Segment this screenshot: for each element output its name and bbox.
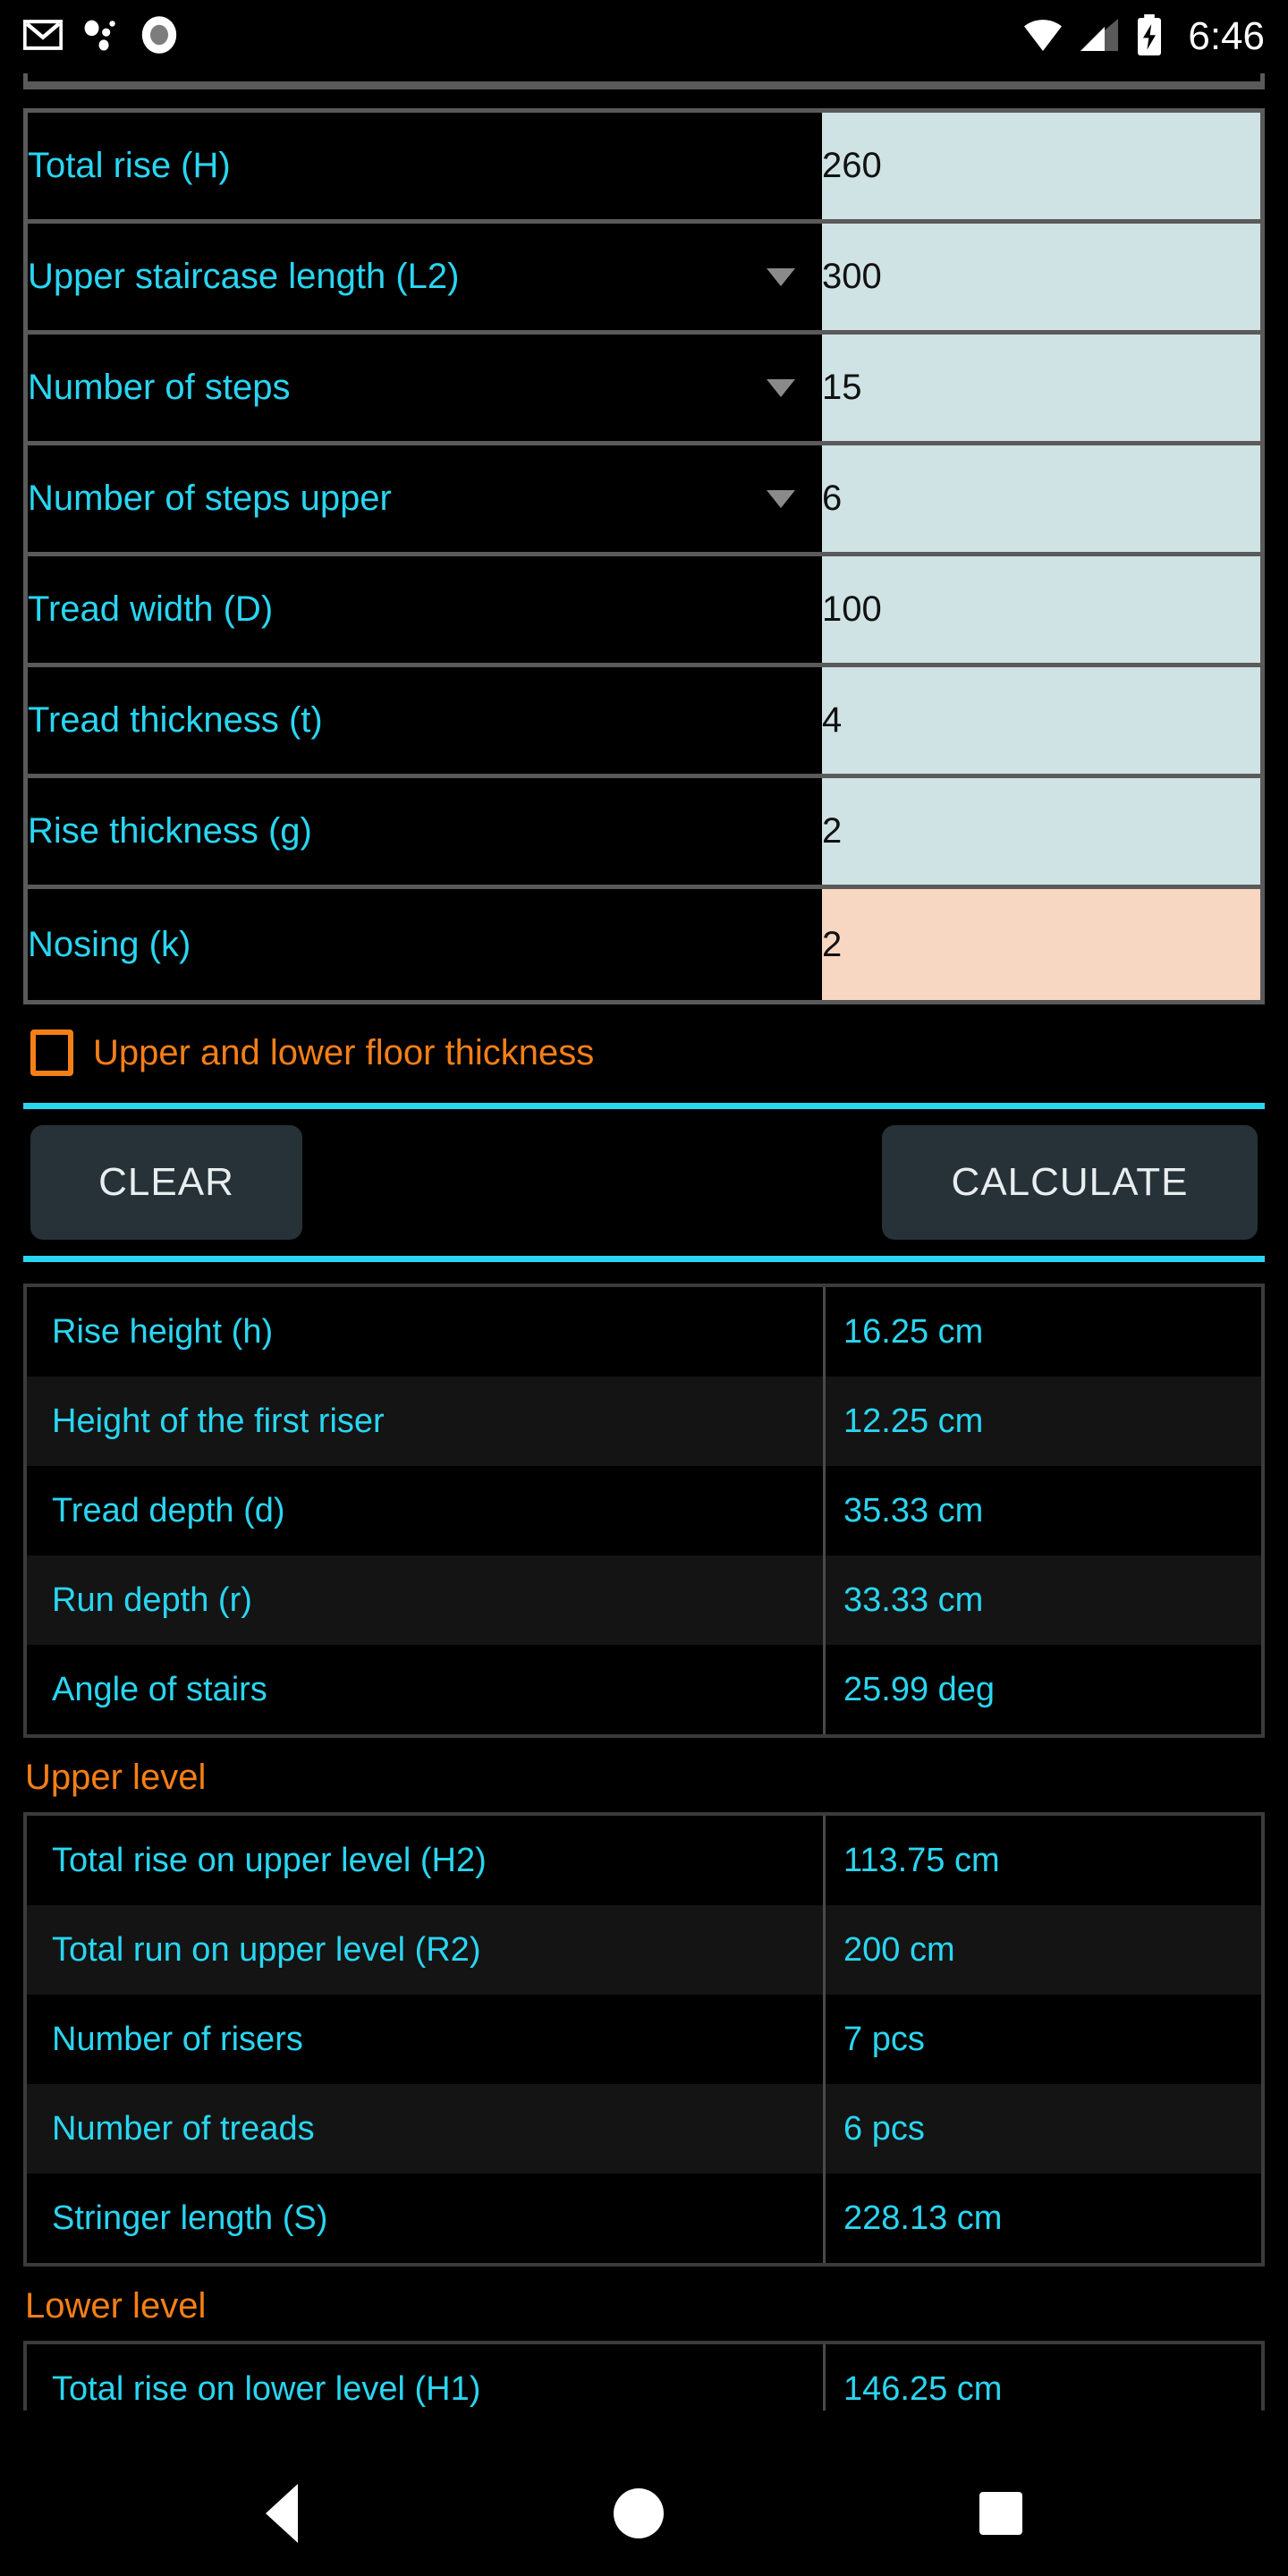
input-label: Number of steps [28,368,291,407]
input-label: Tread width (D) [28,589,274,629]
table-row: Tread depth (d) 35.33 cm [27,1466,1261,1555]
input-label-cell[interactable]: Number of steps upper [28,445,822,556]
input-value-field[interactable]: 2 [822,778,1260,889]
input-label: Rise thickness (g) [28,811,312,851]
input-label: Number of steps upper [28,479,392,518]
result-label: Rise height (h) [27,1287,823,1377]
input-label: Tread thickness (t) [28,700,323,740]
status-bar-notification-icons [22,15,179,59]
lower-level-results-clip: Total rise on lower level (H1) 146.25 cm [23,2341,1265,2411]
android-navigation-bar [0,2451,1288,2576]
chevron-down-icon[interactable] [767,489,795,508]
floor-thickness-checkbox-row[interactable]: Upper and lower floor thickness [23,1004,1265,1103]
battery-charging-icon [1134,13,1165,60]
result-value: 6 pcs [823,2084,1261,2174]
result-value: 146.25 cm [823,2344,1261,2411]
table-row: Total rise on lower level (H1) 146.25 cm [27,2344,1261,2411]
result-value: 7 pcs [823,1995,1261,2084]
result-label: Number of risers [27,1995,823,2084]
gmail-icon [22,19,64,55]
table-row: Number of treads 6 pcs [27,2084,1261,2174]
input-label-cell: Nosing (k) [28,889,822,1000]
result-value: 16.25 cm [823,1287,1261,1377]
input-row: Number of steps upper 6 [28,445,1260,556]
result-value: 33.33 cm [823,1555,1261,1645]
upper-level-results-table: Total rise on upper level (H2) 113.75 cm T… [23,1812,1265,2267]
result-value: 228.13 cm [823,2174,1261,2263]
action-button-bar: CLEAR CALCULATE [23,1103,1265,1262]
input-label-cell: Tread thickness (t) [28,667,822,778]
result-label: Total run on upper level (R2) [27,1905,823,1995]
lower-level-heading: Lower level [25,2286,207,2326]
back-icon[interactable] [265,2484,298,2543]
table-row: Angle of stairs 25.99 deg [27,1645,1261,1734]
table-row: Total rise on upper level (H2) 113.75 cm [27,1816,1261,1905]
lower-level-results-table: Total rise on lower level (H1) 146.25 cm [23,2341,1265,2411]
result-label: Height of the first riser [27,1377,823,1466]
scrollable-content[interactable]: Total rise (H) 260 Upper staircase length … [0,73,1288,2451]
table-row: Total run on upper level (R2) 200 cm [27,1905,1261,1995]
result-label: Angle of stairs [27,1645,823,1734]
result-label: Stringer length (S) [27,2174,823,2263]
input-label-cell: Rise thickness (g) [28,778,822,889]
table-row: Rise height (h) 16.25 cm [27,1287,1261,1377]
result-value: 35.33 cm [823,1466,1261,1555]
table-row: Run depth (r) 33.33 cm [27,1555,1261,1645]
input-label: Upper staircase length (L2) [28,257,460,296]
result-label: Number of treads [27,2084,823,2174]
partial-table-above [23,73,1265,89]
input-value-field[interactable]: 300 [822,224,1260,335]
input-label-cell[interactable]: Number of steps [28,335,822,445]
home-icon[interactable] [613,2488,664,2538]
result-value: 200 cm [823,1905,1261,1995]
calculate-button[interactable]: CALCULATE [882,1125,1258,1240]
input-value-field[interactable]: 6 [822,445,1260,556]
input-label: Nosing (k) [28,924,191,964]
input-row: Tread thickness (t) 4 [28,667,1260,778]
result-label: Run depth (r) [27,1555,823,1645]
input-row: Tread width (D) 100 [28,556,1260,667]
result-value: 25.99 deg [823,1645,1261,1734]
status-bar-clock: 6:46 [1188,14,1265,58]
main-results-table: Rise height (h) 16.25 cm Height of the fir… [23,1284,1265,1738]
result-label: Tread depth (d) [27,1466,823,1555]
input-label-cell[interactable]: Upper staircase length (L2) [28,224,822,335]
status-bar-system-icons: 6:46 [1021,13,1265,60]
wifi-icon [1021,17,1064,57]
table-row: Stringer length (S) 228.13 cm [27,2174,1261,2263]
cellular-signal-icon [1079,17,1120,57]
upper-level-heading: Upper level [25,1758,207,1797]
input-row: Rise thickness (g) 2 [28,778,1260,889]
google-assistant-icon [82,18,120,56]
table-row: Height of the first riser 12.25 cm [27,1377,1261,1466]
input-value-field[interactable]: 260 [822,113,1260,224]
input-label-cell: Tread width (D) [28,556,822,667]
main-results-section: Rise height (h) 16.25 cm Height of the fir… [23,1284,1265,1738]
input-value-field[interactable]: 4 [822,667,1260,778]
input-label-cell: Total rise (H) [28,113,822,224]
input-label: Total rise (H) [28,146,231,185]
input-value-field[interactable]: 100 [822,556,1260,667]
table-row: Number of risers 7 pcs [27,1995,1261,2084]
clear-button[interactable]: CLEAR [30,1125,302,1240]
input-value-field[interactable]: 2 [822,889,1260,1000]
screen-record-icon [140,15,179,59]
floor-thickness-checkbox[interactable] [30,1030,73,1076]
result-label: Total rise on lower level (H1) [27,2344,823,2411]
input-row: Total rise (H) 260 [28,113,1260,224]
result-value: 113.75 cm [823,1816,1261,1905]
status-bar: 6:46 [0,0,1288,73]
input-row: Upper staircase length (L2) 300 [28,224,1260,335]
input-value-field[interactable]: 15 [822,335,1260,445]
chevron-down-icon[interactable] [767,378,795,397]
floor-thickness-label: Upper and lower floor thickness [93,1032,595,1072]
chevron-down-icon[interactable] [767,267,795,286]
recents-icon[interactable] [979,2492,1023,2535]
input-parameters-table: Total rise (H) 260 Upper staircase length … [23,108,1265,1004]
input-row: Number of steps 15 [28,335,1260,445]
app-screen: 6:46 Total rise (H) 260 Upper staircase le… [0,0,1288,2576]
result-value: 12.25 cm [823,1377,1261,1466]
input-row: Nosing (k) 2 [28,889,1260,1000]
result-label: Total rise on upper level (H2) [27,1816,823,1905]
